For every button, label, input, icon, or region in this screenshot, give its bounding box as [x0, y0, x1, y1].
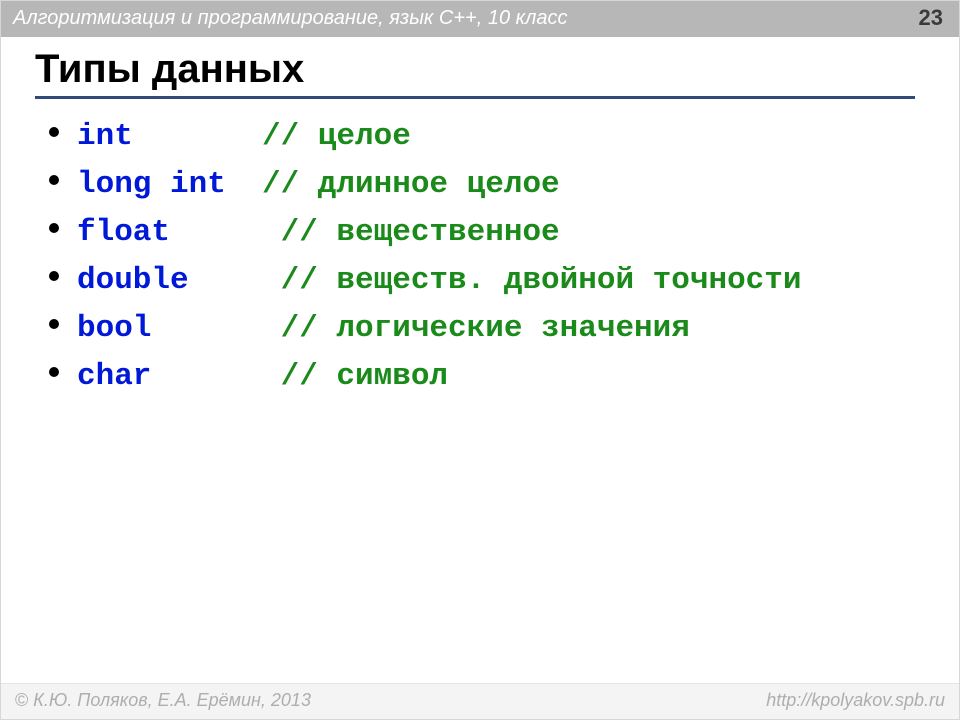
bullet-icon [49, 127, 59, 137]
type-comment: // длинное целое [262, 161, 560, 209]
type-comment: // символ [262, 353, 448, 401]
list-item: float // вещественное [49, 209, 959, 257]
header-bar: Алгоритмизация и программирование, язык … [1, 1, 959, 37]
type-keyword: long int [77, 161, 262, 209]
copyright: © К.Ю. Поляков, Е.А. Ерёмин, 2013 [15, 690, 311, 711]
list-item: int // целое [49, 113, 959, 161]
type-keyword: char [77, 353, 262, 401]
type-keyword: double [77, 257, 262, 305]
course-title: Алгоритмизация и программирование, язык … [13, 7, 567, 30]
content-list: int // целое long int // длинное целое f… [49, 113, 959, 401]
type-keyword: int [77, 113, 262, 161]
type-comment: // логические значения [262, 305, 690, 353]
type-comment: // целое [262, 113, 411, 161]
bullet-icon [49, 319, 59, 329]
type-keyword: float [77, 209, 262, 257]
list-item: long int // длинное целое [49, 161, 959, 209]
slide: Алгоритмизация и программирование, язык … [0, 0, 960, 720]
page-number: 23 [919, 5, 943, 31]
type-comment: // веществ. двойной точности [262, 257, 802, 305]
bullet-icon [49, 223, 59, 233]
bullet-icon [49, 271, 59, 281]
footer-url: http://kpolyakov.spb.ru [766, 690, 945, 711]
bullet-icon [49, 175, 59, 185]
list-item: double // веществ. двойной точности [49, 257, 959, 305]
type-keyword: bool [77, 305, 262, 353]
bullet-icon [49, 367, 59, 377]
type-comment: // вещественное [262, 209, 560, 257]
slide-title: Типы данных [35, 47, 915, 99]
list-item: char // символ [49, 353, 959, 401]
list-item: bool // логические значения [49, 305, 959, 353]
footer-bar: © К.Ю. Поляков, Е.А. Ерёмин, 2013 http:/… [1, 683, 959, 719]
